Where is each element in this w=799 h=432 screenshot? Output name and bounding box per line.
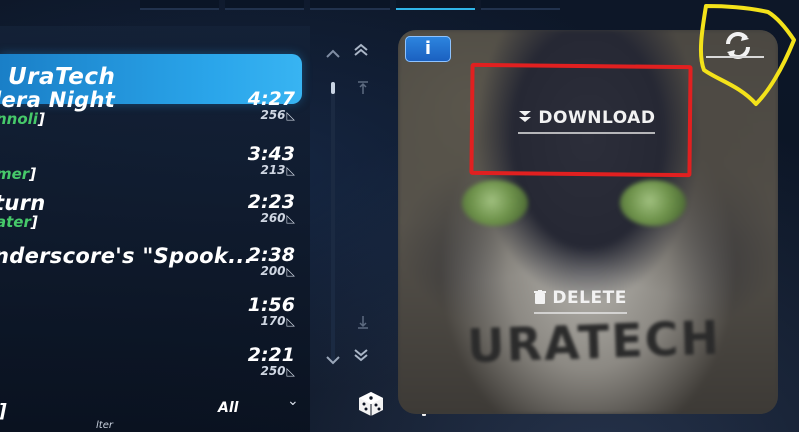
notes-icon: ◺ [286, 315, 295, 328]
song-row[interactable]: turn ater] 2:23 260◺ [0, 191, 305, 247]
song-row[interactable]: nderscore's "Spook... 2:38 200◺ [0, 244, 305, 300]
filter-dropdown-value[interactable]: All [218, 400, 238, 416]
delete-label: DELETE [552, 288, 627, 308]
delete-underline [534, 312, 627, 314]
trash-icon [534, 288, 552, 308]
notes-icon: ◺ [286, 365, 295, 378]
notes-icon: ◺ [286, 265, 295, 278]
info-button[interactable]: i [405, 36, 451, 62]
tab-1[interactable] [140, 0, 220, 10]
notes-icon: ◺ [286, 212, 295, 225]
song-author: mer] [0, 165, 37, 183]
song-duration: 1:56 [247, 294, 295, 316]
double-chevron-up-icon[interactable] [350, 42, 372, 61]
song-notes: 250◺ [260, 364, 295, 378]
song-duration: 2:23 [247, 191, 295, 213]
top-tab-strip [140, 0, 561, 10]
dice-icon[interactable] [357, 390, 387, 420]
song-author: ater] [0, 213, 38, 231]
scroll-to-top-icon[interactable] [352, 80, 374, 99]
pack-title: UraTech [8, 64, 116, 90]
cover-art-text: URATECH [466, 310, 722, 374]
scrollbar-thumb[interactable] [331, 82, 335, 94]
song-row[interactable]: lera Night nnoli] 4:27 256◺ [0, 88, 305, 144]
song-title: turn [0, 191, 46, 215]
tab-5[interactable] [480, 0, 561, 10]
tab-2[interactable] [225, 0, 305, 10]
notes-icon: ◺ [286, 164, 295, 177]
song-notes: 260◺ [260, 211, 295, 225]
song-row[interactable]: 1:56 170◺ [0, 294, 305, 350]
chevron-up-icon[interactable] [322, 44, 344, 63]
chevron-down-icon[interactable]: ⌄ [287, 393, 299, 409]
tab-3[interactable] [310, 0, 390, 10]
filter-label: ] [0, 400, 7, 422]
cover-art-eye [462, 180, 528, 226]
yellow-highlight-scribble [698, 4, 796, 106]
filter-bar: ] lter All ⌄ [0, 390, 310, 432]
filter-sublabel: lter [96, 420, 113, 431]
song-notes: 213◺ [260, 163, 295, 177]
chevron-down-icon[interactable] [322, 350, 344, 369]
song-title: nderscore's "Spook... [0, 244, 253, 268]
red-highlight-box [469, 62, 693, 178]
song-title: lera Night [0, 88, 116, 112]
song-duration: 3:43 [247, 143, 295, 165]
scroll-controls [318, 36, 373, 376]
cover-art-eye [620, 180, 686, 226]
song-notes: 170◺ [260, 314, 295, 328]
song-list-panel: UraTech lera Night nnoli] 4:27 256◺ mer]… [0, 26, 310, 432]
song-author: nnoli] [0, 110, 45, 128]
song-duration: 4:27 [247, 88, 295, 110]
scrollbar-track[interactable] [331, 82, 335, 364]
notes-icon: ◺ [286, 109, 295, 122]
song-duration: 2:21 [247, 344, 295, 366]
song-duration: 2:38 [247, 244, 295, 266]
tab-4[interactable] [395, 0, 475, 10]
delete-button[interactable]: DELETE [534, 288, 627, 314]
song-notes: 200◺ [260, 264, 295, 278]
scroll-to-bottom-icon[interactable] [352, 314, 374, 333]
song-notes: 256◺ [260, 108, 295, 122]
double-chevron-down-icon[interactable] [350, 347, 372, 366]
